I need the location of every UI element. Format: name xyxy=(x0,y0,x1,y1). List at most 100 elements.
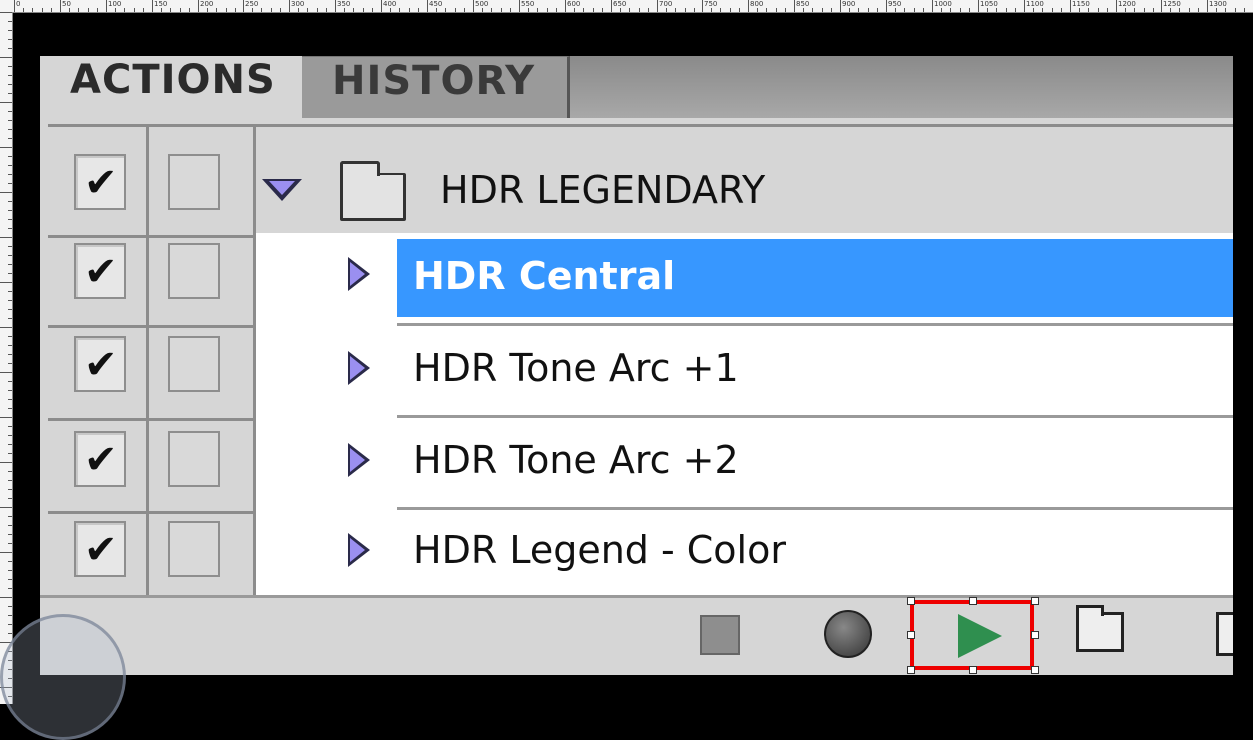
ruler-tick xyxy=(8,210,12,211)
ruler-minor-tick xyxy=(583,8,584,12)
ruler-tick xyxy=(8,516,12,517)
ruler-label: 1200 xyxy=(1118,0,1136,8)
ruler-minor-tick xyxy=(620,8,621,12)
header-divider xyxy=(48,124,1233,127)
ruler-tick xyxy=(8,84,12,85)
ruler-minor-tick xyxy=(547,8,548,12)
tab-history[interactable]: HISTORY xyxy=(302,56,570,118)
ruler-minor-tick xyxy=(445,8,446,12)
ruler-minor-tick xyxy=(399,8,400,12)
ruler-tick xyxy=(657,0,658,12)
ruler-minor-tick xyxy=(1079,8,1080,12)
ruler-minor-tick xyxy=(1198,8,1199,12)
ruler-tick xyxy=(8,273,12,274)
ruler-minor-tick xyxy=(326,8,327,12)
ruler-minor-tick xyxy=(124,8,125,12)
ruler-label: 250 xyxy=(245,0,259,8)
selection-handle xyxy=(969,666,977,674)
toggle-dialog-checkbox[interactable] xyxy=(168,521,220,577)
ruler-tick xyxy=(0,12,12,13)
ruler-minor-tick xyxy=(189,8,190,12)
ruler-tick xyxy=(8,39,12,40)
ruler-tick xyxy=(8,498,12,499)
ruler-minor-tick xyxy=(1033,8,1034,12)
ruler-label: 300 xyxy=(291,0,305,8)
ruler-tick xyxy=(8,156,12,157)
ruler-tick xyxy=(0,462,12,463)
ruler-tick xyxy=(0,57,12,58)
ruler-tick xyxy=(8,480,12,481)
ruler-label: 950 xyxy=(888,0,902,8)
ruler-minor-tick xyxy=(1235,8,1236,12)
ruler-tick xyxy=(519,0,520,12)
selection-handle xyxy=(969,597,977,605)
ruler-tick xyxy=(748,0,749,12)
ruler-minor-tick xyxy=(1042,8,1043,12)
ruler-tick xyxy=(8,363,12,364)
ruler-minor-tick xyxy=(574,8,575,12)
ruler-tick xyxy=(243,0,244,12)
expand-triangle-icon[interactable] xyxy=(348,533,370,567)
ruler-minor-tick xyxy=(1134,8,1135,12)
toggle-item-checkbox[interactable]: ✔ xyxy=(74,521,126,577)
check-icon: ✔ xyxy=(84,527,118,573)
toggle-item-checkbox[interactable]: ✔ xyxy=(74,336,126,392)
stop-icon[interactable] xyxy=(700,615,740,655)
ruler-minor-tick xyxy=(757,8,758,12)
ruler-minor-tick xyxy=(280,8,281,12)
ruler-label: 700 xyxy=(659,0,673,8)
ruler-minor-tick xyxy=(1153,8,1154,12)
selected-action-highlight[interactable]: HDR Central xyxy=(397,239,1233,317)
new-action-icon[interactable] xyxy=(1216,612,1233,656)
ruler-tick xyxy=(8,165,12,166)
ruler-tick xyxy=(8,246,12,247)
ruler-minor-tick xyxy=(170,8,171,12)
ruler-tick xyxy=(0,282,12,283)
selection-handle xyxy=(1031,631,1039,639)
left-ruler xyxy=(0,12,13,704)
ruler-minor-tick xyxy=(1144,8,1145,12)
ruler-tick xyxy=(8,390,12,391)
play-button[interactable] xyxy=(910,600,1034,670)
ruler-tick xyxy=(8,426,12,427)
ruler-tick xyxy=(8,174,12,175)
expand-triangle-icon[interactable] xyxy=(262,179,302,201)
ruler-minor-tick xyxy=(344,8,345,12)
action-name[interactable]: HDR Tone Arc +2 xyxy=(413,437,739,483)
ruler-tick xyxy=(8,318,12,319)
expand-triangle-icon[interactable] xyxy=(348,257,370,291)
toggle-dialog-checkbox[interactable] xyxy=(168,431,220,487)
row-divider xyxy=(48,325,256,328)
ruler-label: 550 xyxy=(521,0,535,8)
ruler-tick xyxy=(8,75,12,76)
ruler-tick xyxy=(8,129,12,130)
ruler-tick xyxy=(8,534,12,535)
toggle-dialog-checkbox[interactable] xyxy=(168,243,220,299)
action-name[interactable]: HDR Tone Arc +1 xyxy=(413,345,739,391)
action-set-row[interactable]: HDR LEGENDARY xyxy=(256,151,1233,233)
record-icon[interactable] xyxy=(824,610,872,658)
selection-handle xyxy=(907,666,915,674)
toggle-dialog-checkbox[interactable] xyxy=(168,154,220,210)
toggle-item-checkbox[interactable]: ✔ xyxy=(74,243,126,299)
toggle-item-checkbox[interactable]: ✔ xyxy=(74,154,126,210)
ruler-tick xyxy=(8,255,12,256)
ruler-minor-tick xyxy=(785,8,786,12)
selection-handle xyxy=(907,631,915,639)
action-set-name: HDR LEGENDARY xyxy=(440,168,766,212)
tab-actions[interactable]: ACTIONS xyxy=(40,56,302,118)
ruler-minor-tick xyxy=(32,8,33,12)
ruler-tick xyxy=(932,0,933,12)
ruler-minor-tick xyxy=(418,8,419,12)
new-set-icon[interactable] xyxy=(1076,605,1124,652)
toggle-item-checkbox[interactable]: ✔ xyxy=(74,431,126,487)
ruler-minor-tick xyxy=(941,8,942,12)
ruler-tick xyxy=(8,183,12,184)
ruler-tick xyxy=(1161,0,1162,12)
ruler-minor-tick xyxy=(822,8,823,12)
action-name[interactable]: HDR Legend - Color xyxy=(413,527,786,573)
expand-triangle-icon[interactable] xyxy=(348,443,370,477)
expand-triangle-icon[interactable] xyxy=(348,351,370,385)
ruler-tick xyxy=(978,0,979,12)
toggle-dialog-checkbox[interactable] xyxy=(168,336,220,392)
